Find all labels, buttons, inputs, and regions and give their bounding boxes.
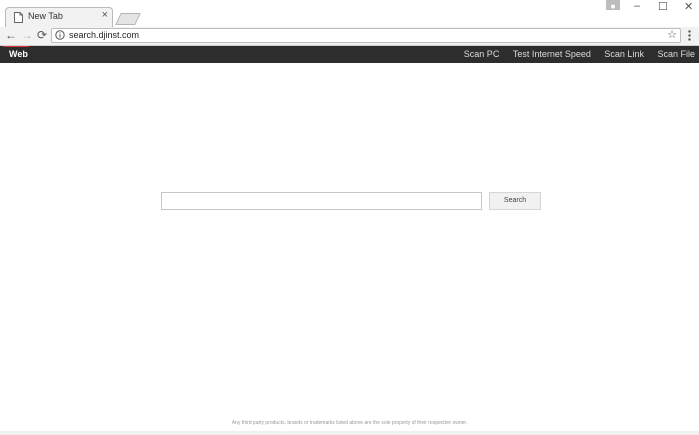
brand-accent [3,46,29,47]
forward-button[interactable]: → [21,28,33,42]
nav-scan-file[interactable]: Scan File [657,49,695,59]
nav-test-internet-speed[interactable]: Test Internet Speed [513,49,591,59]
nav-scan-link[interactable]: Scan Link [604,49,644,59]
back-button[interactable]: ← [5,28,17,42]
tab-strip: New Tab × – ☐ ✕ [0,0,699,28]
nav-links: Scan PC Test Internet Speed Scan Link Sc… [453,49,695,59]
bookmark-star-icon[interactable]: ☆ [667,28,677,41]
bottom-strip [0,431,699,435]
brand-web-link[interactable]: Web [9,49,28,59]
address-bar[interactable]: search.djinst.com ☆ [51,28,681,43]
menu-icon[interactable] [688,30,691,41]
close-tab-icon[interactable]: × [102,9,108,21]
new-tab-button[interactable] [115,13,141,25]
info-icon[interactable] [55,30,65,40]
nav-scan-pc[interactable]: Scan PC [464,49,500,59]
reload-button[interactable]: ⟳ [37,28,47,42]
user-icon [609,4,617,12]
tab-title: New Tab [28,11,63,21]
close-window-button[interactable]: ✕ [684,0,693,13]
profile-icon[interactable] [606,0,620,12]
url-text[interactable]: search.djinst.com [69,30,139,40]
maximize-button[interactable]: ☐ [658,0,668,13]
minimize-button[interactable]: – [634,0,640,12]
browser-toolbar: ← → ⟳ search.djinst.com ☆ [0,27,699,46]
browser-tab[interactable]: New Tab × [5,7,113,27]
search-button[interactable]: Search [489,192,541,210]
page-icon [14,12,23,23]
site-nav-bar: Web Scan PC Test Internet Speed Scan Lin… [0,46,699,63]
footer-disclaimer: Any third party products, brands or trad… [231,420,468,426]
search-input[interactable] [161,192,482,210]
